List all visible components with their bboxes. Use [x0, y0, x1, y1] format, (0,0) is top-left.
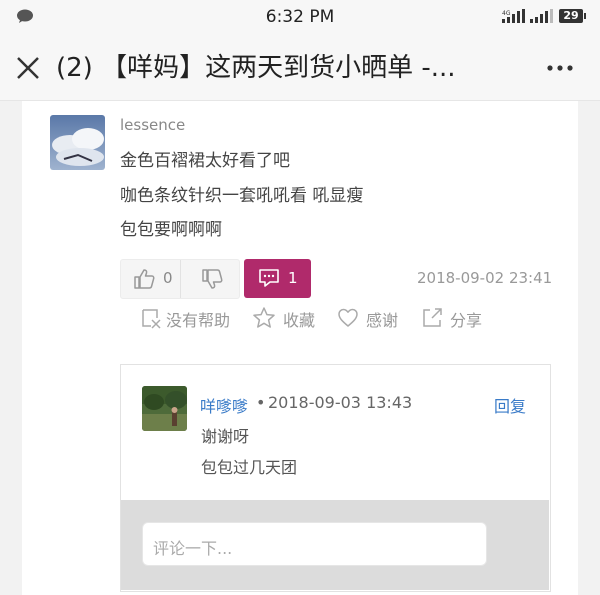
battery-indicator: 29	[559, 9, 586, 23]
downvote-button[interactable]	[180, 260, 240, 298]
post-username[interactable]: lessence	[120, 116, 185, 134]
favorite-button[interactable]: 收藏	[252, 305, 322, 331]
thumbs-up-icon	[134, 269, 155, 289]
post-line: 咖色条纹针织一套吼吼看 吼显瘦	[120, 186, 364, 206]
reply-avatar-image	[142, 386, 187, 431]
close-icon[interactable]	[14, 54, 42, 82]
reply-date: 2018-09-03 13:43	[268, 393, 413, 412]
reply-username[interactable]: 咩嗲嗲	[200, 393, 248, 417]
not-helpful-icon	[142, 309, 161, 329]
not-helpful-label: 没有帮助	[166, 311, 231, 330]
status-bar: 6:32 PM 4G 29	[0, 0, 600, 34]
network-label: 4G	[502, 10, 511, 17]
upvote-count: 0	[163, 269, 173, 287]
thumbs-down-icon	[202, 269, 223, 289]
heart-icon	[338, 308, 358, 327]
star-icon	[253, 307, 275, 328]
share-button[interactable]: 分享	[421, 305, 491, 331]
upvote-button[interactable]: 0	[121, 260, 180, 298]
avatar-image	[50, 115, 105, 170]
signal-icon	[530, 9, 553, 23]
share-label: 分享	[450, 311, 483, 330]
comment-input[interactable]: 评论一下...	[142, 522, 487, 566]
reply-line: 包包过几天团	[201, 458, 298, 477]
title-bar: (2) 【咩妈】这两天到货小晒单 -...	[0, 34, 600, 101]
more-options-icon[interactable]	[542, 54, 578, 82]
not-helpful-button[interactable]: 没有帮助	[140, 305, 235, 331]
comment-icon	[259, 269, 279, 287]
share-icon	[423, 308, 442, 327]
post-line: 金色百褶裙太好看了吧	[120, 151, 290, 171]
page-title: (2) 【咩妈】这两天到货小晒单 -...	[56, 53, 456, 83]
reply-separator: •	[256, 393, 266, 412]
comment-count: 1	[288, 269, 298, 287]
avatar[interactable]	[142, 386, 187, 431]
comment-button[interactable]: 1	[244, 259, 311, 298]
reply-button[interactable]: 回复	[494, 393, 526, 417]
reply-line: 谢谢呀	[201, 427, 250, 446]
post-line: 包包要啊啊啊	[120, 220, 222, 240]
favorite-label: 收藏	[283, 311, 316, 330]
signal-4g-icon: 4G	[502, 9, 525, 23]
avatar[interactable]	[50, 115, 105, 170]
vote-box: 0	[120, 259, 240, 299]
thanks-label: 感谢	[366, 311, 399, 330]
post-date: 2018-09-02 23:41	[417, 269, 553, 287]
thanks-button[interactable]: 感谢	[337, 305, 407, 331]
